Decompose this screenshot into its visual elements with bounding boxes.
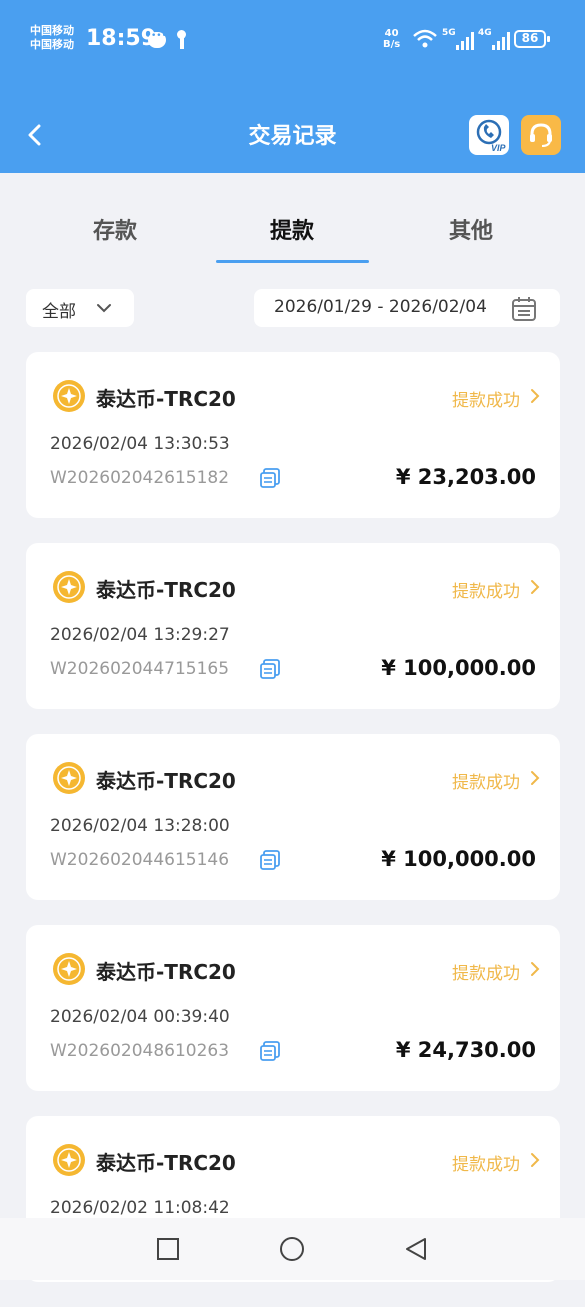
net-speed-unit: B/s [383,39,401,50]
transaction-list: 泰达币-TRC20 提款成功 2026/02/04 13:30:53 W2026… [26,352,560,1307]
status-text: 提款成功 [452,391,520,411]
customer-service-button[interactable] [521,115,561,155]
calendar-icon [512,297,536,321]
coin-icon [53,953,85,985]
tab-withdraw[interactable]: 提款 [202,213,382,245]
carrier-labels: 中国移动 中国移动 [30,24,74,52]
type-filter-select[interactable]: 全部 [26,289,134,327]
date-range-picker[interactable]: 2026/01/29 - 2026/02/04 [254,289,560,327]
currency-name: 泰达币-TRC20 [96,578,236,602]
amount: ¥ 23,203.00 [395,465,536,489]
coin-icon [53,762,85,794]
app-header: 中国移动 中国移动 18:59 40 B/s 5G 4G [0,0,585,173]
currency-name: 泰达币-TRC20 [96,960,236,984]
copy-icon[interactable] [259,467,281,489]
chevron-right-icon [531,962,540,976]
battery-level: 86 [521,31,539,45]
system-nav-bar [0,1218,585,1280]
vip-phone-button[interactable]: VIP [469,115,509,155]
vip-label: VIP [491,143,507,153]
transaction-card[interactable]: 泰达币-TRC20 提款成功 2026/02/04 00:39:40 W2026… [26,925,560,1091]
message-icon [148,31,167,48]
signal-5g-icon: 5G [442,28,476,50]
status-text: 提款成功 [452,582,520,602]
clock: 18:59 [86,26,157,51]
date-range-value: 2026/01/29 - 2026/02/04 [274,297,487,317]
tab-other[interactable]: 其他 [381,213,561,245]
transaction-datetime: 2026/02/04 13:28:00 [50,816,230,836]
transaction-datetime: 2026/02/04 13:30:53 [50,434,230,454]
copy-icon[interactable] [259,849,281,871]
status-bar: 中国移动 中国移动 18:59 40 B/s 5G 4G [0,0,585,80]
transaction-datetime: 2026/02/04 00:39:40 [50,1007,230,1027]
currency-name: 泰达币-TRC20 [96,1151,236,1175]
chevron-down-icon [97,304,111,313]
order-id: W202602044715165 [50,659,230,679]
coin-icon [53,571,85,603]
circle-icon[interactable] [279,1236,305,1262]
carrier-2: 中国移动 [30,38,74,51]
vip-phone-icon: VIP [476,119,507,153]
status-text: 提款成功 [452,964,520,984]
chevron-right-icon [531,1153,540,1167]
currency-name: 泰达币-TRC20 [96,387,236,411]
order-id: W202602044615146 [50,850,230,870]
net-speed-value: 40 [384,28,399,39]
amount: ¥ 100,000.00 [381,656,536,680]
battery-icon: 86 [514,30,550,48]
tab-bar: 存款 提款 其他 [0,173,585,265]
type-filter-value: 全部 [42,302,76,322]
amount: ¥ 24,730.00 [395,1038,536,1062]
active-tab-indicator [216,260,369,263]
transaction-card[interactable]: 泰达币-TRC20 提款成功 2026/02/04 13:30:53 W2026… [26,352,560,518]
transaction-datetime: 2026/02/02 11:08:42 [50,1198,230,1218]
coin-icon [53,380,85,412]
triangle-back-icon[interactable] [403,1236,429,1262]
copy-icon[interactable] [259,1040,281,1062]
headset-icon [530,123,552,147]
tab-deposit[interactable]: 存款 [25,213,205,245]
chevron-right-icon [531,389,540,403]
amount: ¥ 100,000.00 [381,847,536,871]
net-speed: 40 B/s [383,28,400,50]
carrier-1: 中国移动 [30,24,74,37]
signal-5g-label: 5G [442,28,456,38]
signal-4g-icon: 4G [478,28,512,50]
status-text: 提款成功 [452,773,520,793]
copy-icon[interactable] [259,658,281,680]
order-id: W202602042615182 [50,468,230,488]
signal-4g-label: 4G [478,28,492,38]
transaction-card[interactable]: 泰达币-TRC20 提款成功 2026/02/04 13:29:27 W2026… [26,543,560,709]
key-icon [175,30,187,50]
chevron-right-icon [531,580,540,594]
chevron-right-icon [531,771,540,785]
coin-icon [53,1144,85,1176]
status-text: 提款成功 [452,1155,520,1175]
currency-name: 泰达币-TRC20 [96,769,236,793]
transaction-card[interactable]: 泰达币-TRC20 提款成功 2026/02/04 13:28:00 W2026… [26,734,560,900]
wifi-icon [413,29,437,48]
transaction-datetime: 2026/02/04 13:29:27 [50,625,230,645]
square-icon[interactable] [155,1236,181,1262]
order-id: W202602048610263 [50,1041,230,1061]
